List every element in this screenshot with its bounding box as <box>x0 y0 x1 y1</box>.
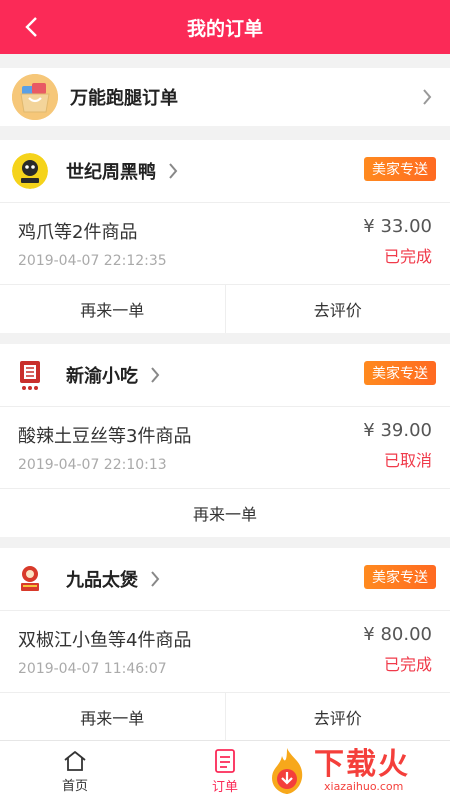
shop-logo-icon <box>12 561 48 597</box>
order-card: 九品太煲 美家专送 双椒江小鱼等4件商品 2019-04-07 11:46:07… <box>0 548 450 741</box>
watermark-title: 下载火 <box>314 750 410 780</box>
reorder-button[interactable]: 再来一单 <box>0 489 450 537</box>
home-icon <box>62 749 88 773</box>
errand-orders-label: 万能跑腿订单 <box>70 84 178 110</box>
order-price: ¥ 39.00 <box>363 420 432 441</box>
delivery-tag: 美家专送 <box>364 565 436 589</box>
order-card: 新渝小吃 美家专送 酸辣土豆丝等3件商品 2019-04-07 22:10:13… <box>0 344 450 537</box>
delivery-tag: 美家专送 <box>364 361 436 385</box>
shop-name: 世纪周黑鸭 <box>66 158 156 184</box>
tab-home-label: 首页 <box>62 775 88 794</box>
order-time: 2019-04-07 22:10:13 <box>18 457 167 473</box>
shop-name: 新渝小吃 <box>66 362 138 388</box>
delivery-tag: 美家专送 <box>364 157 436 181</box>
review-button[interactable]: 去评价 <box>225 285 450 333</box>
chevron-right-icon <box>168 164 182 178</box>
reorder-button[interactable]: 再来一单 <box>0 285 225 333</box>
watermark: 下载火 xiazaihuo.com <box>260 742 450 800</box>
order-status: 已完成 <box>384 651 432 675</box>
review-button[interactable]: 去评价 <box>225 693 450 741</box>
order-actions: 再来一单 <box>0 489 450 537</box>
chevron-right-icon <box>150 368 164 382</box>
order-goods: 双椒江小鱼等4件商品 <box>18 626 191 652</box>
reorder-button[interactable]: 再来一单 <box>0 693 225 741</box>
order-card: 世纪周黑鸭 美家专送 鸡爪等2件商品 2019-04-07 22:12:35 ¥… <box>0 140 450 333</box>
order-status: 已完成 <box>384 243 432 267</box>
order-body[interactable]: 双椒江小鱼等4件商品 2019-04-07 11:46:07 ¥ 80.00 已… <box>0 611 450 693</box>
order-actions: 再来一单 去评价 <box>0 285 450 333</box>
order-price: ¥ 33.00 <box>363 216 432 237</box>
order-time: 2019-04-07 22:12:35 <box>18 253 167 269</box>
order-status: 已取消 <box>384 447 432 471</box>
shop-logo-icon <box>12 357 48 393</box>
flame-logo-icon <box>260 744 314 798</box>
back-button[interactable] <box>18 14 44 40</box>
order-card-header[interactable]: 世纪周黑鸭 美家专送 <box>0 140 450 203</box>
page-title: 我的订单 <box>187 14 263 41</box>
watermark-url: xiazaihuo.com <box>324 780 410 793</box>
order-card-header[interactable]: 九品太煲 美家专送 <box>0 548 450 611</box>
order-list-icon <box>214 748 236 774</box>
order-card-header[interactable]: 新渝小吃 美家专送 <box>0 344 450 407</box>
shop-name: 九品太煲 <box>66 566 138 592</box>
order-body[interactable]: 鸡爪等2件商品 2019-04-07 22:12:35 ¥ 33.00 已完成 <box>0 203 450 285</box>
order-actions: 再来一单 去评价 <box>0 693 450 741</box>
tab-home[interactable]: 首页 <box>0 741 150 801</box>
order-time: 2019-04-07 11:46:07 <box>18 661 167 677</box>
tab-order-label: 订单 <box>212 776 238 795</box>
order-goods: 酸辣土豆丝等3件商品 <box>18 422 191 448</box>
chevron-left-icon <box>24 16 38 38</box>
order-body[interactable]: 酸辣土豆丝等3件商品 2019-04-07 22:10:13 ¥ 39.00 已… <box>0 407 450 489</box>
order-price: ¥ 80.00 <box>363 624 432 645</box>
top-bar: 我的订单 <box>0 0 450 54</box>
order-goods: 鸡爪等2件商品 <box>18 218 137 244</box>
errand-orders-entry[interactable]: 万能跑腿订单 <box>0 68 450 126</box>
chevron-right-icon <box>420 90 434 104</box>
shop-logo-icon <box>12 153 48 189</box>
chevron-right-icon <box>150 572 164 586</box>
errand-bag-icon <box>12 74 58 120</box>
